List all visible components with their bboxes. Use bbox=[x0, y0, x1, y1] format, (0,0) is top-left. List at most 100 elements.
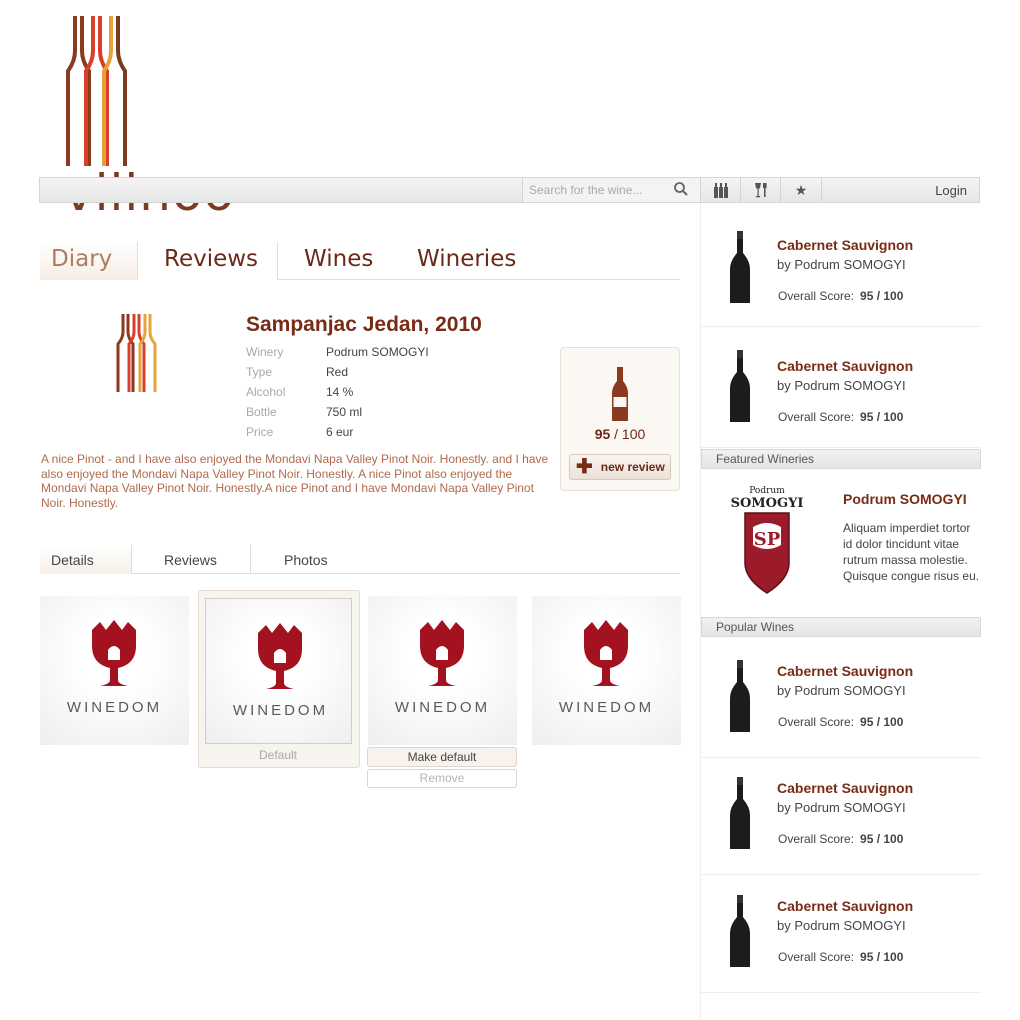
score-box: 95 / 100 ✚ new review bbox=[560, 347, 680, 491]
new-review-label: new review bbox=[600, 460, 665, 474]
remove-button[interactable]: Remove bbox=[367, 769, 517, 788]
bottles-icon[interactable] bbox=[700, 178, 740, 202]
info-value: 750 ml bbox=[326, 405, 363, 419]
info-row-price: Price 6 eur bbox=[246, 425, 429, 445]
wine-score: Overall Score: 95 / 100 bbox=[778, 289, 903, 303]
default-photo-label: Default bbox=[258, 748, 298, 762]
wine-score: Overall Score: 95 / 100 bbox=[778, 832, 903, 846]
wine-bottle-icon bbox=[730, 231, 750, 303]
wine-bottle-icon bbox=[730, 777, 750, 849]
info-label: Price bbox=[246, 425, 274, 439]
sidebar-wine-item[interactable]: Cabernet Sauvignon by Podrum SOMOGYI Ove… bbox=[701, 757, 981, 875]
winedom-logo-icon bbox=[420, 620, 464, 686]
sidebar-wine-item[interactable]: Cabernet Sauvignon by Podrum SOMOGYI Ove… bbox=[701, 875, 981, 993]
winedom-logo-icon bbox=[258, 623, 302, 689]
photo-thumbnail[interactable]: WINEDOM bbox=[532, 596, 681, 745]
wine-bottle-icon bbox=[730, 350, 750, 422]
photo-brand-label: WINEDOM bbox=[66, 699, 163, 716]
score-label: Overall Score: bbox=[778, 832, 855, 846]
tab-diary[interactable]: Diary bbox=[40, 242, 138, 280]
score-max: / 100 bbox=[614, 426, 646, 442]
score-value: 95 / 100 bbox=[860, 410, 904, 424]
score-label: Overall Score: bbox=[778, 950, 855, 964]
wine-bottle-icon bbox=[730, 895, 750, 967]
make-default-button[interactable]: Make default bbox=[367, 747, 517, 767]
wine-winery: by Podrum SOMOGYI bbox=[777, 800, 906, 815]
wine-name[interactable]: Cabernet Sauvignon bbox=[777, 780, 913, 796]
info-label: Type bbox=[246, 365, 273, 379]
wine-name[interactable]: Cabernet Sauvignon bbox=[777, 237, 913, 253]
login-link[interactable]: Login bbox=[935, 183, 967, 198]
search-box bbox=[522, 178, 700, 202]
score-label: Overall Score: bbox=[778, 289, 855, 303]
score-label: Overall Score: bbox=[778, 715, 855, 729]
score-number: 95 bbox=[594, 426, 611, 442]
glass-fork-icon[interactable] bbox=[740, 178, 780, 202]
wine-winery: by Podrum SOMOGYI bbox=[777, 918, 906, 933]
info-value: Red bbox=[326, 365, 349, 379]
bottles-logo-icon bbox=[66, 16, 127, 166]
photo-thumbnail[interactable]: WINEDOM bbox=[40, 596, 189, 745]
tab-details[interactable]: Details bbox=[40, 545, 132, 574]
sidebar: Cabernet Sauvignon by Podrum SOMOGYI Ove… bbox=[700, 203, 981, 1020]
tab-wineries[interactable]: Wineries bbox=[417, 242, 537, 280]
star-icon[interactable]: ★ bbox=[780, 178, 822, 202]
tab-reviews[interactable]: Reviews bbox=[137, 242, 278, 280]
score-value: 95 / 100 bbox=[860, 950, 904, 964]
sidebar-wine-item[interactable]: Cabernet Sauvignon by Podrum SOMOGYI Ove… bbox=[701, 207, 981, 327]
bottle-icon bbox=[611, 367, 629, 426]
score-value: 95 / 100 bbox=[561, 426, 679, 442]
wine-name[interactable]: Cabernet Sauvignon bbox=[777, 663, 913, 679]
winery-logo-small: Podrum bbox=[749, 486, 785, 496]
search-icon[interactable] bbox=[673, 181, 689, 202]
info-row-alcohol: Alcohol 14 % bbox=[246, 385, 429, 405]
winedom-logo-icon bbox=[92, 620, 136, 686]
info-value: Podrum SOMOGYI bbox=[326, 345, 429, 359]
wine-name[interactable]: Cabernet Sauvignon bbox=[777, 358, 913, 374]
info-label: Bottle bbox=[246, 405, 277, 419]
wine-winery: by Podrum SOMOGYI bbox=[777, 683, 906, 698]
tab-reviews-sub[interactable]: Reviews bbox=[131, 545, 251, 574]
wine-bottle-icon bbox=[730, 660, 750, 732]
info-label: Alcohol bbox=[246, 385, 286, 399]
info-label: Winery bbox=[246, 345, 284, 359]
featured-wineries-header: Featured Wineries bbox=[701, 449, 981, 469]
score-value: 95 / 100 bbox=[860, 289, 904, 303]
info-value: 6 eur bbox=[326, 425, 354, 439]
svg-text:SP: SP bbox=[754, 529, 781, 550]
info-value: 14 % bbox=[326, 385, 354, 399]
photo-brand-label: WINEDOM bbox=[394, 699, 491, 716]
sidebar-wine-item[interactable]: Cabernet Sauvignon by Podrum SOMOGYI Ove… bbox=[701, 328, 981, 448]
new-review-button[interactable]: ✚ new review bbox=[569, 454, 671, 480]
score-value: 95 / 100 bbox=[860, 832, 904, 846]
wine-name[interactable]: Cabernet Sauvignon bbox=[777, 898, 913, 914]
winery-logo-big: SOMOGYI bbox=[731, 496, 803, 511]
winery-logo[interactable]: Podrum SOMOGYI SP bbox=[731, 483, 803, 600]
wine-score: Overall Score: 95 / 100 bbox=[778, 715, 903, 729]
search-input[interactable] bbox=[529, 181, 669, 199]
wine-image bbox=[115, 314, 159, 399]
winedom-logo-icon bbox=[584, 620, 628, 686]
sidebar-wine-item[interactable]: Cabernet Sauvignon by Podrum SOMOGYI Ove… bbox=[701, 638, 981, 758]
winery-shield-icon: Podrum SOMOGYI SP bbox=[731, 486, 803, 594]
popular-wines-header: Popular Wines bbox=[701, 617, 981, 637]
photo-brand-label: WINEDOM bbox=[558, 699, 655, 716]
winery-name[interactable]: Podrum SOMOGYI bbox=[843, 491, 967, 507]
info-row-winery: Winery Podrum SOMOGYI bbox=[246, 345, 429, 365]
wine-score: Overall Score: 95 / 100 bbox=[778, 410, 903, 424]
wine-score: Overall Score: 95 / 100 bbox=[778, 950, 903, 964]
wine-description: A nice Pinot - and I have also enjoyed t… bbox=[41, 452, 549, 510]
tab-wines[interactable]: Wines bbox=[304, 242, 404, 280]
photo-thumbnail-default[interactable]: WINEDOM bbox=[205, 598, 352, 744]
wine-title: Sampanjac Jedan, 2010 bbox=[246, 313, 482, 336]
plus-icon: ✚ bbox=[576, 456, 593, 478]
score-label: Overall Score: bbox=[778, 410, 855, 424]
info-row-type: Type Red bbox=[246, 365, 429, 385]
winery-description: Aliquam imperdiet tortor id dolor tincid… bbox=[843, 521, 980, 583]
wine-winery: by Podrum SOMOGYI bbox=[777, 257, 906, 272]
top-toolbar: ★ Login bbox=[39, 177, 980, 203]
wine-winery: by Podrum SOMOGYI bbox=[777, 378, 906, 393]
photo-thumbnail[interactable]: WINEDOM bbox=[368, 596, 517, 745]
main-tabs: Diary Reviews Wines Wineries bbox=[40, 242, 680, 280]
tab-photos[interactable]: Photos bbox=[284, 545, 364, 574]
